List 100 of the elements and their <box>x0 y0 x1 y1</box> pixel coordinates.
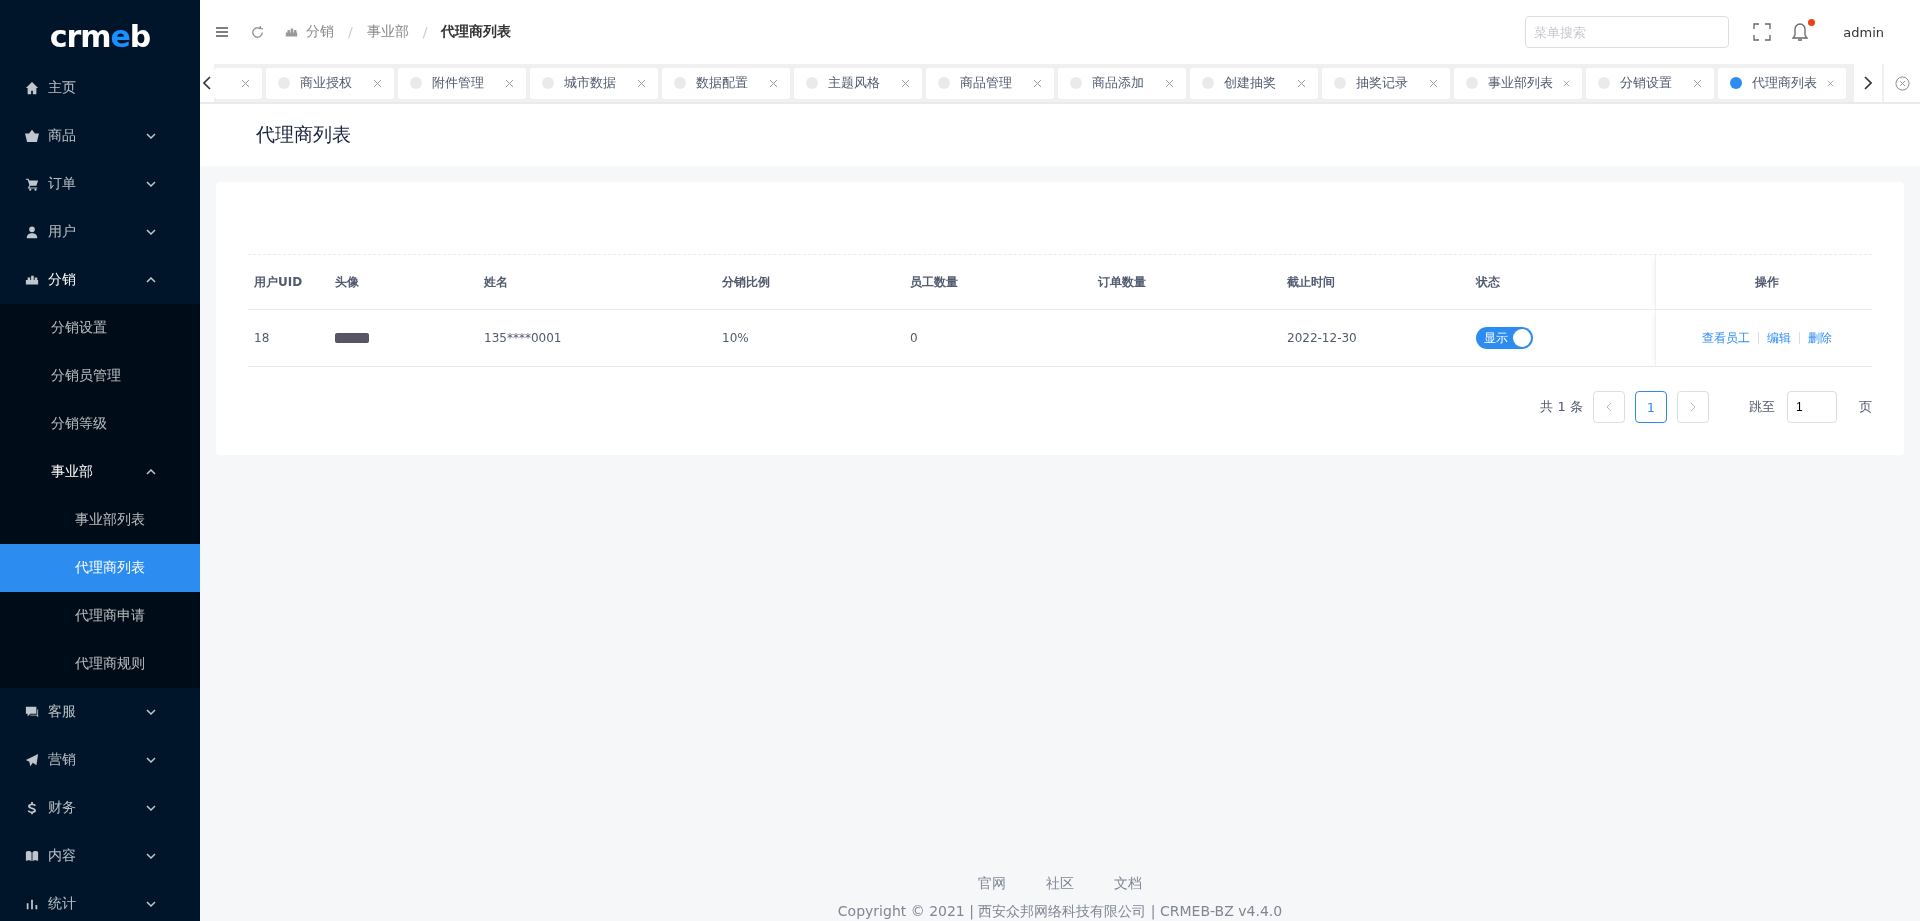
scroll-right-button[interactable] <box>1854 64 1882 102</box>
menu-item[interactable]: 分销员管理 <box>0 352 200 400</box>
tab[interactable]: 商业授权 <box>266 67 394 99</box>
close-icon[interactable] <box>1165 78 1174 88</box>
column-header: 订单数量 <box>1096 273 1147 291</box>
page-title: 代理商列表 <box>256 122 351 147</box>
close-circle-icon <box>1894 75 1910 91</box>
menu-item[interactable]: 主页 <box>0 64 200 112</box>
tab[interactable]: 创建抽奖 <box>1190 67 1318 99</box>
tab[interactable]: 商品添加 <box>1058 67 1186 99</box>
menu-icon[interactable] <box>214 24 230 40</box>
chevron-left-icon <box>1606 402 1612 412</box>
tab[interactable]: 事业部列表 <box>1454 67 1582 99</box>
search-field[interactable]: 菜单搜索 <box>1525 16 1730 48</box>
logo: crmeb <box>48 17 152 56</box>
menu-group[interactable]: 统计 <box>0 880 200 921</box>
footer-link[interactable]: 官网 <box>978 875 1006 893</box>
avatar-image <box>335 333 369 343</box>
chevron-down-icon <box>146 709 156 715</box>
breadcrumb-item[interactable]: 事业部 <box>366 23 409 41</box>
table-cell-text: 2022-12-30 <box>1286 330 1358 347</box>
close-icon[interactable] <box>637 78 646 88</box>
menu-group[interactable]: 事业部 <box>0 448 200 496</box>
user-name[interactable]: admin <box>1843 24 1884 40</box>
table-cell-text: 10% <box>721 330 750 347</box>
menu-group[interactable]: 内容 <box>0 832 200 880</box>
menu-group[interactable]: 用户 <box>0 208 200 256</box>
tab[interactable]: 商品管理 <box>926 67 1054 99</box>
chevron-left-icon <box>203 76 211 90</box>
total-count: 共 1 条 <box>1540 398 1583 416</box>
menu-item[interactable]: 代理商规则 <box>0 640 200 688</box>
tab[interactable]: 代理商列表 <box>1718 67 1846 99</box>
chevron-up-icon <box>146 277 156 283</box>
column-header: 头像 <box>334 273 360 291</box>
tab[interactable]: 数据配置 <box>662 67 790 99</box>
table-cell-text: 0 <box>909 330 919 347</box>
close-icon[interactable] <box>1033 78 1042 88</box>
tab[interactable]: 分销设置 <box>1586 67 1714 99</box>
dollar-icon <box>25 801 39 815</box>
fullscreen-icon[interactable] <box>1753 23 1772 41</box>
chevron-up-icon <box>146 469 156 475</box>
menu-group[interactable]: 营销 <box>0 736 200 784</box>
page-input[interactable]: 1 <box>1787 391 1837 423</box>
paper-plane-icon <box>25 753 39 767</box>
book-icon <box>25 849 39 863</box>
column-header: 姓名 <box>483 273 509 291</box>
menu-group[interactable]: 分销 <box>0 256 200 304</box>
bell-icon[interactable] <box>1791 22 1810 42</box>
column-header: 操作 <box>1655 255 1872 309</box>
chat-icon <box>25 705 39 719</box>
chevron-down-icon <box>146 853 156 859</box>
close-icon[interactable] <box>505 78 514 88</box>
chevron-down-icon <box>146 229 156 235</box>
close-all-button[interactable] <box>1884 64 1920 102</box>
close-icon[interactable] <box>1563 78 1570 88</box>
close-icon[interactable] <box>373 78 382 88</box>
menu-group[interactable]: 客服 <box>0 688 200 736</box>
close-icon[interactable] <box>1827 78 1834 88</box>
table-cell-text: 18 <box>253 330 271 347</box>
chevron-down-icon <box>146 133 156 139</box>
close-icon[interactable] <box>1429 78 1438 88</box>
chevron-right-icon <box>1690 402 1696 412</box>
menu-group[interactable]: 财务 <box>0 784 200 832</box>
chevron-down-icon <box>146 901 156 907</box>
close-icon[interactable] <box>769 78 778 88</box>
column-header: 员工数量 <box>909 273 959 291</box>
menu-item[interactable]: 代理商申请 <box>0 592 200 640</box>
column-header: 截止时间 <box>1286 273 1336 291</box>
table-cell-text: 135****0001 <box>483 330 563 347</box>
close-icon[interactable] <box>1297 78 1306 88</box>
chevron-down-icon <box>146 805 156 811</box>
breadcrumb-item[interactable]: 分销 <box>306 23 334 41</box>
chart-icon <box>25 897 39 911</box>
action-link[interactable]: 删除 <box>1808 329 1832 347</box>
tab[interactable]: 附件管理 <box>398 67 526 99</box>
menu-group[interactable]: 商品 <box>0 112 200 160</box>
tab[interactable]: 抽奖记录 <box>1322 67 1450 99</box>
close-icon[interactable] <box>241 78 250 88</box>
menu-item[interactable]: 分销设置 <box>0 304 200 352</box>
breadcrumb-separator: / <box>348 24 353 40</box>
refresh-icon[interactable] <box>250 24 265 40</box>
close-icon[interactable] <box>901 78 910 88</box>
jump-label: 跳至 <box>1749 398 1775 416</box>
action-link[interactable]: 查看员工 <box>1702 329 1750 347</box>
user-icon <box>25 225 39 239</box>
tab[interactable]: 城市数据 <box>530 67 658 99</box>
home-icon <box>25 81 39 95</box>
tab[interactable]: 主题风格 <box>794 67 922 99</box>
action-link[interactable]: 编辑 <box>1767 329 1791 347</box>
menu-item[interactable]: 事业部列表 <box>0 496 200 544</box>
menu-item[interactable]: 分销等级 <box>0 400 200 448</box>
column-header: 用户UID <box>253 273 304 291</box>
close-icon[interactable] <box>1693 78 1702 88</box>
status-dot <box>1730 77 1742 89</box>
breadcrumb-separator: / <box>422 24 428 40</box>
footer-link[interactable]: 文档 <box>1114 875 1142 893</box>
footer-link[interactable]: 社区 <box>1046 875 1074 893</box>
column-header: 状态 <box>1474 273 1501 291</box>
chevron-down-icon <box>146 757 156 763</box>
menu-group[interactable]: 订单 <box>0 160 200 208</box>
